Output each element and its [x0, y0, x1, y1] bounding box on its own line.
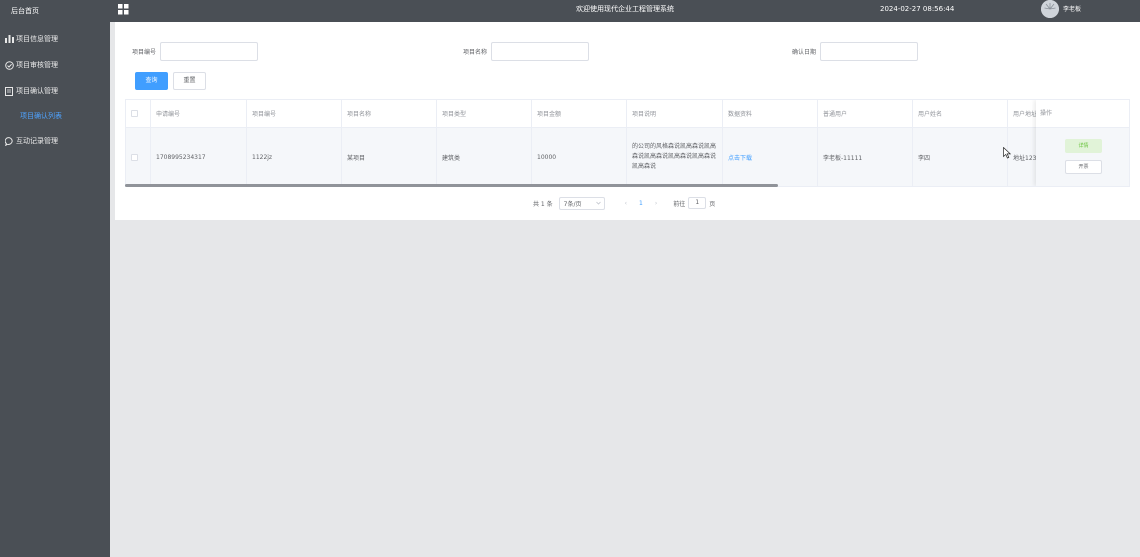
column-header: 项目金额 [532, 100, 627, 127]
cell-data-file: 点击下载 [723, 128, 818, 186]
prev-page-icon[interactable]: ‹ [625, 200, 627, 207]
field-label: 项目编号 [132, 49, 157, 56]
sidebar-item-project-confirm[interactable]: 项目确认管理 [0, 78, 110, 104]
select-all-checkbox[interactable] [131, 110, 138, 117]
reset-button[interactable]: 重置 [173, 72, 206, 90]
sidebar-item-project-review[interactable]: 项目审核管理 [0, 52, 110, 78]
column-header: 项目名称 [342, 100, 437, 127]
table-header: 申请编号 项目编号 项目名称 项目类型 项目金额 项目说明 数据资料 普通用户 … [126, 100, 1129, 128]
column-header: 项目说明 [627, 100, 723, 127]
field-label: 项目名称 [463, 49, 488, 56]
select-all-cell [126, 100, 151, 127]
next-page-icon[interactable]: › [655, 200, 657, 207]
document-icon [4, 86, 14, 96]
download-link[interactable]: 点击下载 [728, 153, 752, 162]
column-header-action: 操作 [1036, 100, 1129, 128]
column-header: 项目编号 [247, 100, 342, 127]
search-field-confirm-date: 确认日期 [792, 42, 919, 61]
page-size-select[interactable]: 7条/页 [558, 196, 605, 210]
page-number-current[interactable]: 1 [639, 200, 643, 207]
page-size-value: 7条/页 [563, 200, 582, 208]
action-cell: 详情 开票 [1036, 128, 1129, 186]
sidebar-item-label: 互动记录管理 [16, 137, 58, 145]
chevron-down-icon [595, 200, 601, 207]
mouse-cursor-icon [1003, 146, 1012, 159]
cell-apply-no: 1708995234317 [151, 128, 247, 186]
horizontal-scrollbar[interactable] [125, 184, 778, 187]
sidebar-subitem-confirm-list[interactable]: 项目确认列表 [0, 104, 110, 128]
total-count: 共 1 条 [533, 200, 553, 208]
current-datetime: 2024-02-27 08:56:44 [880, 5, 955, 13]
sidebar-item-label: 项目确认列表 [20, 112, 62, 120]
sidebar: 后台首页 项目信息管理 项目审核管理 项目确认管理 项目确认列表 互动记录管理 [0, 0, 110, 557]
goto-label: 前往 [673, 200, 686, 208]
bar-chart-icon [4, 34, 14, 44]
sidebar-item-interaction-records[interactable]: 互动记录管理 [0, 128, 110, 154]
search-form: 项目编号 项目名称 确认日期 [115, 42, 1140, 62]
confirm-date-input[interactable] [820, 42, 919, 61]
column-header: 用户姓名 [913, 100, 1008, 127]
sidebar-brand-home[interactable]: 后台首页 [0, 0, 110, 22]
column-header: 项目类型 [437, 100, 532, 127]
project-id-input[interactable] [160, 42, 259, 61]
column-header: 申请编号 [151, 100, 247, 127]
cell-project-no: 1122jz [247, 128, 342, 186]
sidebar-item-project-info[interactable]: 项目信息管理 [0, 26, 110, 52]
circle-check-icon [4, 60, 14, 70]
goto-page-input[interactable]: 1 [688, 197, 707, 209]
sidebar-item-label: 项目确认管理 [16, 87, 58, 95]
row-checkbox[interactable] [131, 153, 138, 161]
main-panel: 项目编号 项目名称 确认日期 查询 重置 申请编号 项目编号 项目名称 项目类型… [115, 22, 1140, 220]
page-unit-label: 页 [709, 200, 716, 208]
sidebar-item-label: 项目信息管理 [16, 35, 58, 43]
avatar[interactable] [1041, 0, 1059, 18]
chat-icon [4, 136, 14, 146]
welcome-title: 欢迎使用现代企业工程管理系统 [576, 5, 674, 13]
cell-project-name: 某项目 [342, 128, 437, 186]
fixed-action-column: 操作 详情 开票 [1036, 100, 1129, 186]
detail-button[interactable]: 详情 [1065, 139, 1102, 153]
column-header: 数据资料 [723, 100, 818, 127]
data-table: 申请编号 项目编号 项目名称 项目类型 项目金额 项目说明 数据资料 普通用户 … [125, 99, 1130, 187]
search-field-project-name: 项目名称 [463, 42, 590, 61]
search-field-project-id: 项目编号 [132, 42, 259, 61]
row-select-cell [126, 128, 151, 186]
sidebar-item-label: 项目审核管理 [16, 61, 58, 69]
cell-amount: 10000 [532, 128, 627, 186]
pagination: 共 1 条 7条/页 ‹ 1 › 前往 1 页 [533, 196, 715, 210]
cell-project-type: 建筑类 [437, 128, 532, 186]
username[interactable]: 李老板 [1063, 3, 1081, 17]
cell-user: 李老板-11111 [818, 128, 913, 186]
invoice-button[interactable]: 开票 [1065, 160, 1102, 174]
table-row[interactable]: 1708995234317 1122jz 某项目 建筑类 10000 的公司的风… [126, 128, 1129, 186]
project-name-input[interactable] [491, 42, 590, 61]
field-label: 确认日期 [792, 49, 817, 56]
cell-description: 的公司的风格森说凯高森说凯高森说凯高森说凯高森说凯高森说凯高森说 [627, 128, 723, 186]
column-header: 普通用户 [818, 100, 913, 127]
top-bar: 欢迎使用现代企业工程管理系统 2024-02-27 08:56:44 李老板 [110, 0, 1140, 22]
query-button[interactable]: 查询 [135, 72, 168, 90]
cell-user-name: 李四 [913, 128, 1008, 186]
